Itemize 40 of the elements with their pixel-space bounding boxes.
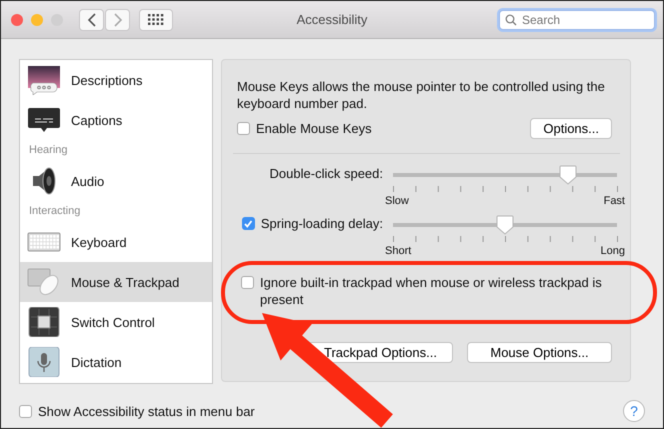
slider-max-label: Fast bbox=[604, 195, 625, 208]
sidebar-item[interactable]: Descriptions bbox=[20, 60, 212, 100]
slider-min-label: Slow bbox=[385, 195, 409, 208]
sidebar-item[interactable]: Captions bbox=[20, 100, 212, 140]
options-button[interactable]: Mouse Options... bbox=[467, 342, 612, 363]
sidebar-item[interactable]: Audio bbox=[20, 161, 212, 201]
close-button[interactable] bbox=[11, 14, 23, 26]
ignore-trackpad-checkbox[interactable]: Ignore built-in trackpad when mouse or wireless trackpad is present bbox=[241, 274, 621, 308]
section-header: Hearing bbox=[28, 143, 69, 158]
section-header: Interacting bbox=[28, 204, 82, 219]
chevron-right-icon bbox=[112, 12, 122, 28]
slider-thumb[interactable] bbox=[496, 215, 514, 235]
help-button[interactable]: ? bbox=[623, 400, 645, 422]
checkmark-icon bbox=[243, 218, 254, 228]
slider-thumb[interactable] bbox=[558, 165, 577, 185]
options-button[interactable]: Options... bbox=[530, 118, 612, 139]
show-all-button[interactable] bbox=[139, 8, 173, 30]
search-icon bbox=[505, 14, 517, 26]
show-status-checkbox[interactable]: Show Accessibility status in menu bar bbox=[19, 404, 255, 418]
chevron-left-icon bbox=[86, 12, 96, 28]
slider-label: Double-click speed: bbox=[270, 166, 383, 181]
microphone-icon bbox=[27, 347, 61, 377]
speech-bubble-icon bbox=[27, 65, 61, 95]
options-button[interactable]: Trackpad Options... bbox=[308, 342, 453, 363]
sidebar-item[interactable]: Keyboard bbox=[20, 222, 212, 262]
description-text: Mouse Keys allows the mouse pointer to be controlled using the keyboard number pad. bbox=[237, 78, 606, 112]
sidebar-item[interactable]: Dictation bbox=[20, 342, 212, 382]
sidebar-item[interactable]: Mouse & Trackpad bbox=[20, 262, 212, 302]
slider-max-label: Long bbox=[600, 245, 625, 258]
grid-icon bbox=[148, 14, 164, 26]
switch-control-icon bbox=[27, 307, 61, 337]
search-field[interactable]: Search bbox=[499, 10, 655, 30]
window-title: Accessibility bbox=[296, 12, 368, 27]
spring-loading-checkbox[interactable]: Spring-loading delay: bbox=[242, 216, 383, 231]
slider-min-label: Short bbox=[385, 245, 412, 258]
minimize-button[interactable] bbox=[31, 14, 43, 26]
back-button[interactable] bbox=[79, 8, 104, 30]
sidebar-item[interactable]: Switch Control bbox=[20, 302, 212, 342]
mouse-trackpad-icon bbox=[27, 267, 61, 297]
enable-mouse-keys-checkbox[interactable]: Enable Mouse Keys bbox=[237, 121, 372, 136]
